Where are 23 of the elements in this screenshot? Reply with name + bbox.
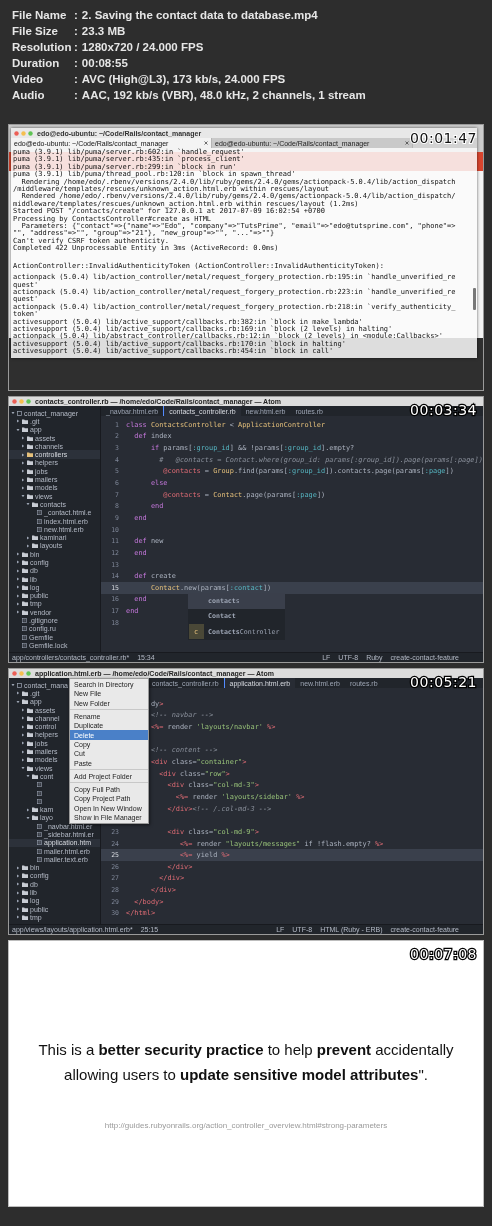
info-label: Audio xyxy=(12,88,46,103)
info-value: 2. Saving the contact data to database.mp4 xyxy=(81,8,318,23)
info-value: 1280x720 / 24.000 FPS xyxy=(81,40,204,55)
info-value: 23.3 MB xyxy=(81,24,126,39)
info-value: 00:08:55 xyxy=(81,56,128,71)
info-label: File Size xyxy=(12,24,60,39)
quote-text: This is a better security practice to help prevent accidentally allowing users to update sensitive model attributes". xyxy=(37,1040,455,1085)
info-value: AAC, 192 kb/s (VBR), 48.0 kHz, 2 channels, 1 stream xyxy=(81,88,366,103)
separator-colon: : xyxy=(74,8,78,23)
timestamp: 00:03:34 xyxy=(410,402,477,418)
info-value: AVC (High@L3), 173 kb/s, 24.000 FPS xyxy=(81,72,286,87)
info-label: Video xyxy=(12,72,45,87)
info-label: File Name xyxy=(12,8,68,23)
info-label: Resolution xyxy=(12,40,73,55)
timestamp: 00:01:47 xyxy=(410,130,477,146)
timestamp: 00:05:21 xyxy=(410,674,477,690)
separator-colon: : xyxy=(74,88,78,103)
separator-colon: : xyxy=(74,40,78,55)
separator-colon: : xyxy=(74,56,78,71)
separator-colon: : xyxy=(74,24,78,39)
timestamp: 00:07:08 xyxy=(410,946,477,962)
separator-colon: : xyxy=(74,72,78,87)
info-label: Duration xyxy=(12,56,61,71)
